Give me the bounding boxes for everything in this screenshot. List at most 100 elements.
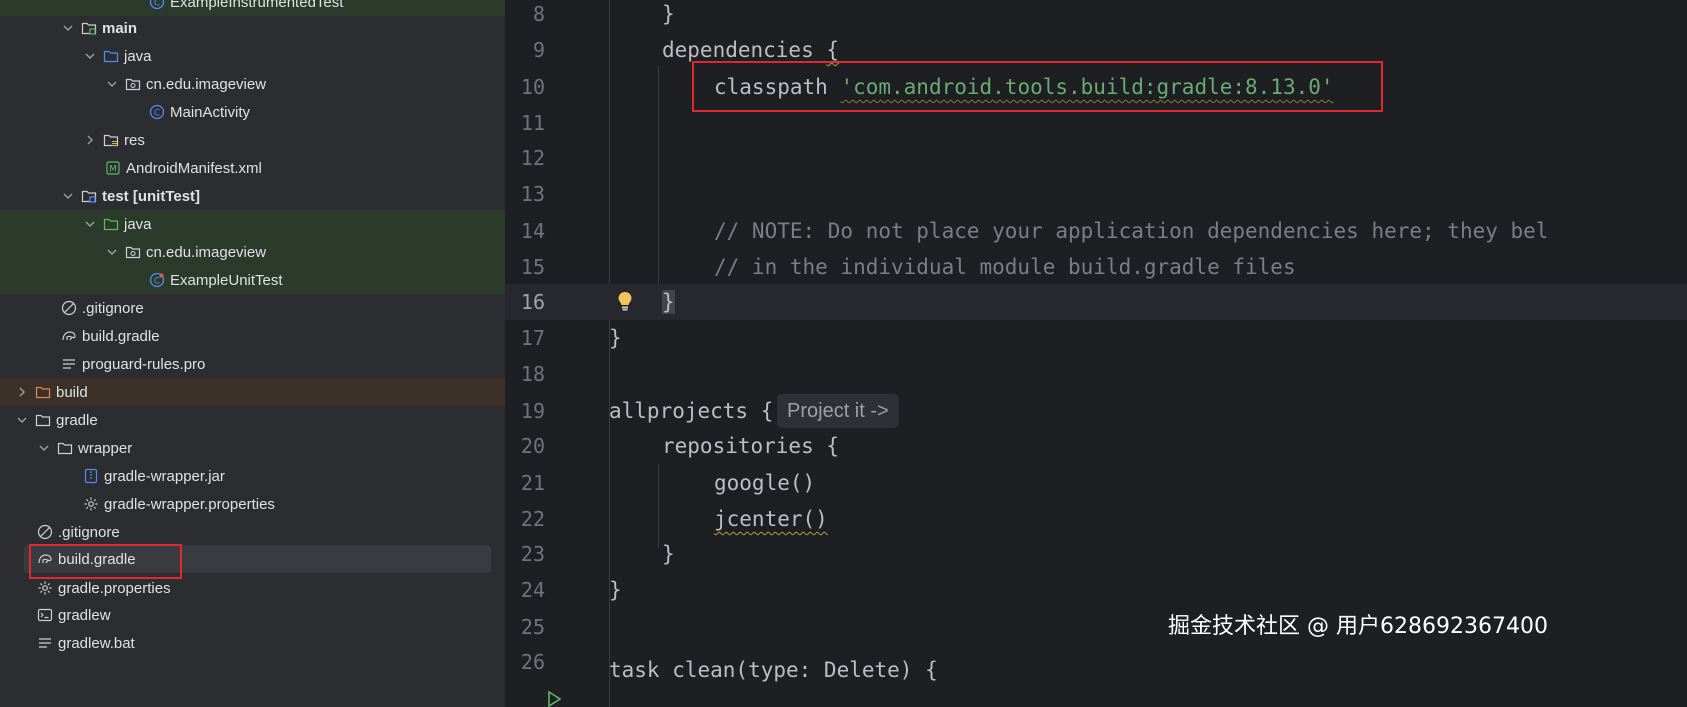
svg-text:C: C — [154, 277, 160, 287]
gear-icon — [36, 579, 54, 597]
code-text-warning: jcenter() — [714, 507, 828, 531]
lightbulb-icon[interactable] — [615, 290, 635, 312]
chevron-right-icon[interactable] — [14, 384, 30, 400]
line-number: 17 — [520, 326, 545, 350]
line-number: 21 — [520, 471, 545, 495]
tree-item-proguard[interactable]: proguard-rules.pro — [0, 350, 505, 378]
code-keyword: allprojects — [609, 399, 761, 423]
inlay-hint[interactable]: Project it -> — [777, 394, 899, 428]
tree-item-gradlew[interactable]: gradlew — [0, 601, 505, 629]
code-text: task clean(type: Delete) { — [609, 658, 938, 682]
text-file-icon — [36, 634, 54, 652]
code-line-23: 23 } — [505, 536, 1687, 572]
line-number: 8 — [532, 2, 545, 26]
package-icon — [124, 75, 142, 93]
line-number: 13 — [520, 182, 545, 206]
tree-item-build-gradle-app[interactable]: build.gradle — [0, 322, 505, 350]
chevron-down-icon[interactable] — [82, 48, 98, 64]
code-line-22: 22 jcenter() — [505, 501, 1687, 537]
code-text: } — [609, 326, 622, 350]
code-line-21: 21 google() — [505, 465, 1687, 501]
line-number: 15 — [520, 255, 545, 279]
module-folder-icon — [80, 19, 98, 37]
code-line-26: 26 task clean(type: Delete) { — [505, 644, 1687, 682]
svg-text:M: M — [109, 165, 117, 175]
chevron-down-icon[interactable] — [14, 412, 30, 428]
chevron-down-icon[interactable] — [36, 440, 52, 456]
code-line-15: 15 // in the individual module build.gra… — [505, 249, 1687, 285]
annotation-highlight-box — [692, 61, 1383, 112]
class-icon: C — [148, 103, 166, 121]
ignore-file-icon — [36, 523, 54, 541]
code-comment: // NOTE: Do not place your application d… — [714, 219, 1549, 243]
tree-item-gradle-wrapper-properties[interactable]: gradle-wrapper.properties — [0, 490, 505, 518]
tree-item-java-test[interactable]: java — [0, 210, 505, 238]
tree-item-res[interactable]: res — [0, 126, 505, 154]
tree-item-example-unit-test[interactable]: C ExampleUnitTest — [0, 266, 505, 294]
chevron-down-icon[interactable] — [60, 188, 76, 204]
code-brace: { — [760, 399, 774, 423]
folder-icon — [34, 411, 52, 429]
tree-item-package-main[interactable]: cn.edu.imageview — [0, 70, 505, 98]
code-line-16-current: 16 } — [505, 284, 1687, 320]
tree-item-java-main[interactable]: java — [0, 42, 505, 70]
excluded-folder-icon — [34, 383, 52, 401]
code-editor[interactable]: 8 } 9 dependencies { 10 classpath 'com.a… — [505, 0, 1687, 707]
chevron-down-icon[interactable] — [104, 76, 120, 92]
code-text: dependencies { — [662, 38, 839, 62]
chevron-down-icon[interactable] — [60, 20, 76, 36]
chevron-down-icon[interactable] — [82, 216, 98, 232]
terminal-icon — [36, 606, 54, 624]
code-line-20: 20 repositories { — [505, 428, 1687, 464]
tree-item-gitignore-app[interactable]: .gitignore — [0, 294, 505, 322]
tree-item-main[interactable]: main — [0, 14, 505, 42]
line-number: 12 — [520, 146, 545, 170]
ignore-file-icon — [60, 299, 78, 317]
line-number: 20 — [520, 434, 545, 458]
code-line-13: 13 — [505, 176, 1687, 212]
folder-icon — [56, 439, 74, 457]
tree-item-test[interactable]: test [unitTest] — [0, 182, 505, 210]
gear-icon — [82, 495, 100, 513]
line-number: 26 — [520, 650, 545, 674]
run-icon[interactable] — [545, 690, 563, 707]
tree-item-main-activity[interactable]: C MainActivity — [0, 98, 505, 126]
code-text: google() — [714, 471, 816, 495]
tree-item-build[interactable]: build — [0, 378, 505, 406]
gradle-icon — [60, 327, 78, 345]
line-number: 18 — [520, 362, 545, 386]
line-number: 9 — [532, 38, 545, 62]
resources-folder-icon — [102, 131, 120, 149]
tree-item-gitignore-root[interactable]: .gitignore — [0, 518, 505, 546]
code-text: } — [662, 2, 675, 26]
tree-item-wrapper[interactable]: wrapper — [0, 434, 505, 462]
tree-item-gradle[interactable]: gradle — [0, 406, 505, 434]
text-file-icon — [60, 355, 78, 373]
archive-icon — [82, 467, 100, 485]
chevron-right-icon[interactable] — [82, 132, 98, 148]
test-class-icon: C — [148, 271, 166, 289]
code-keyword: dependencies — [662, 38, 827, 62]
tree-item-android-manifest[interactable]: M AndroidManifest.xml — [0, 154, 505, 182]
tree-item-gradle-wrapper-jar[interactable]: gradle-wrapper.jar — [0, 462, 505, 490]
line-number: 19 — [520, 399, 545, 423]
chevron-down-icon[interactable] — [104, 244, 120, 260]
line-number: 22 — [520, 507, 545, 531]
line-number: 16 — [520, 290, 545, 314]
code-text: } — [609, 578, 622, 602]
source-folder-icon — [102, 47, 120, 65]
code-text: } — [662, 542, 675, 566]
class-icon: C — [148, 0, 166, 11]
code-brace: { — [826, 38, 840, 62]
tree-item-package-test[interactable]: cn.edu.imageview — [0, 238, 505, 266]
line-number: 23 — [520, 542, 545, 566]
tree-item-gradlew-bat[interactable]: gradlew.bat — [0, 629, 505, 657]
watermark: 掘金技术社区 @ 用户628692367400 — [1168, 614, 1548, 639]
line-number: 24 — [520, 578, 545, 602]
module-folder-icon — [80, 187, 98, 205]
code-line-24: 24 } — [505, 572, 1687, 608]
code-line-18: 18 — [505, 356, 1687, 392]
project-tree: C ExampleInstrumentedTest main java cn.e… — [0, 0, 505, 707]
code-line-8: 8 } — [505, 0, 1687, 32]
svg-text:C: C — [154, 109, 160, 119]
